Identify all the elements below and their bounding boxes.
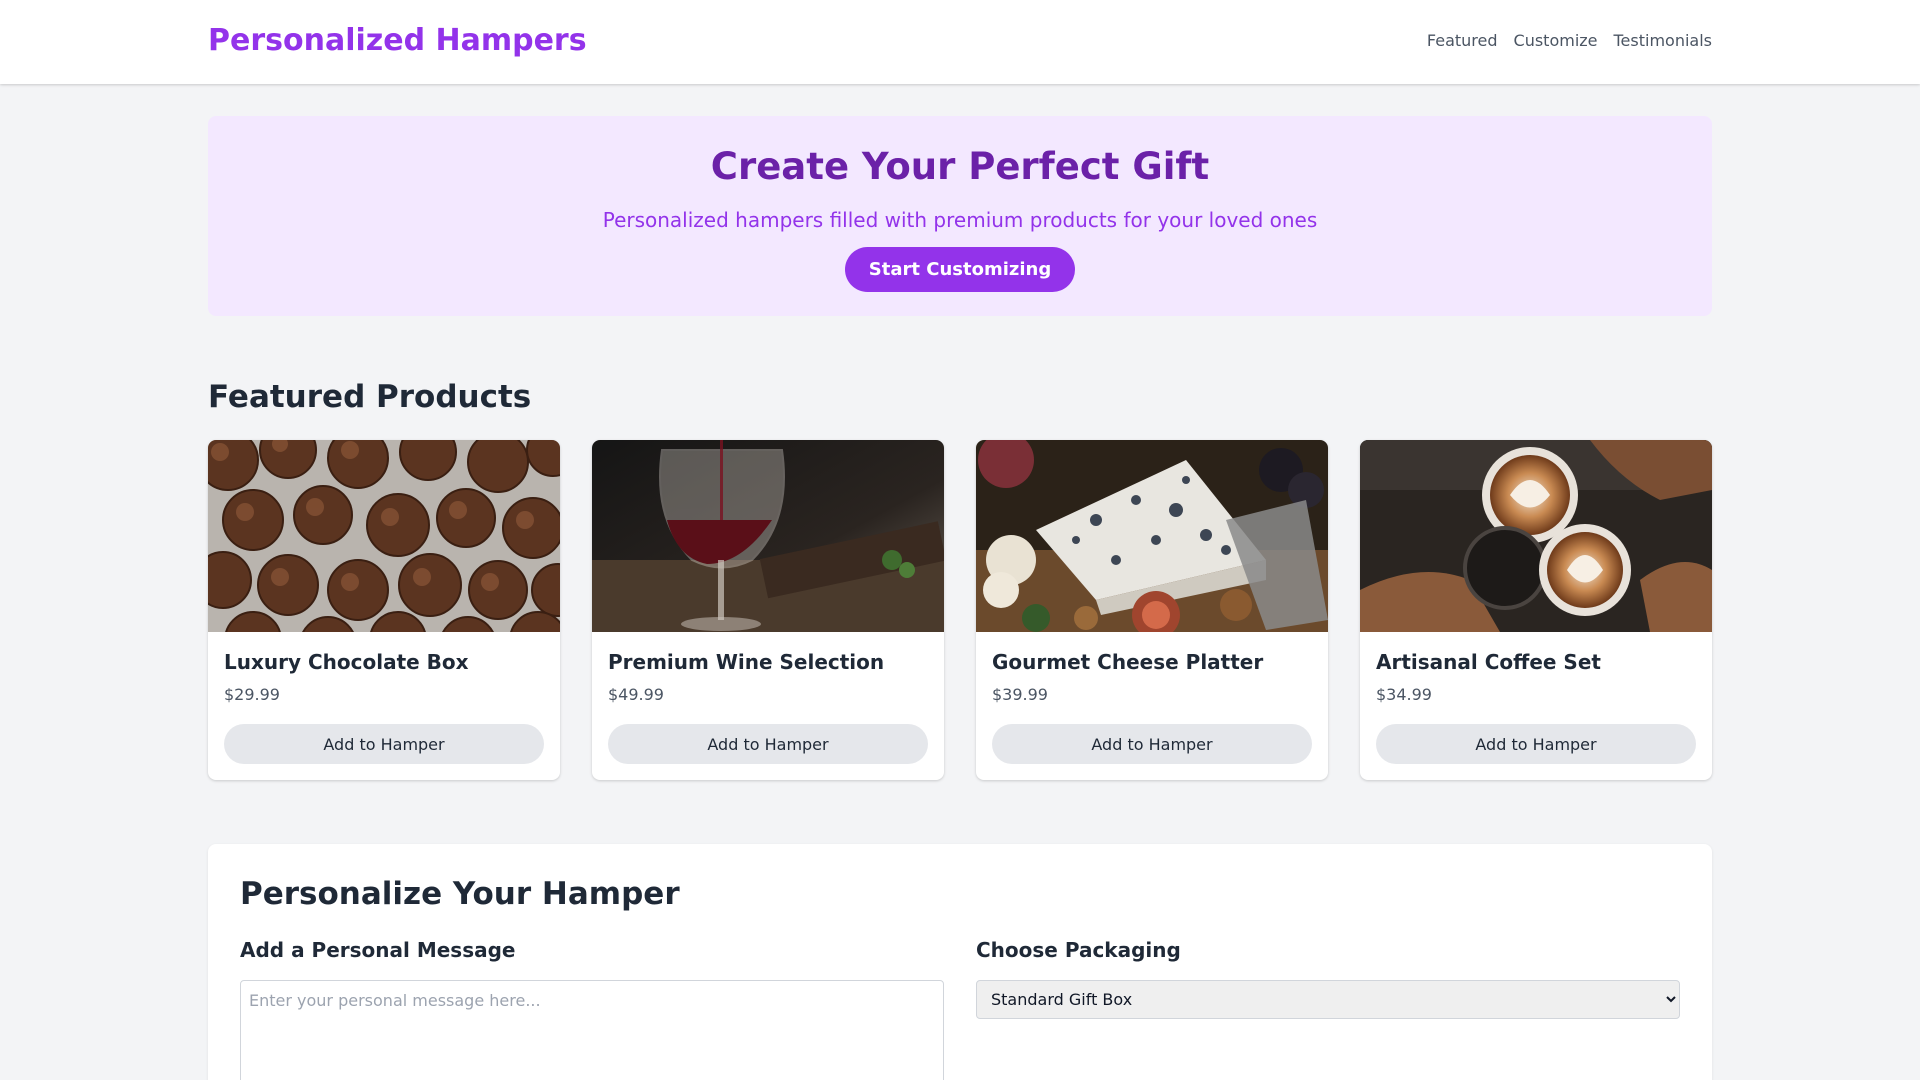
- add-to-hamper-button[interactable]: Add to Hamper: [1376, 724, 1696, 764]
- brand-logo[interactable]: Personalized Hampers: [208, 20, 587, 62]
- product-name: Premium Wine Selection: [608, 650, 885, 674]
- personal-message-input[interactable]: [240, 980, 944, 1080]
- main-nav: Featured Customize Testimonials: [1427, 30, 1712, 52]
- hero-title: Create Your Perfect Gift: [710, 145, 1210, 188]
- site-header: Personalized Hampers Featured Customize …: [0, 0, 1920, 84]
- personalize-panel: Personalize Your Hamper Add a Personal M…: [208, 844, 1712, 1080]
- add-to-hamper-button[interactable]: Add to Hamper: [992, 724, 1312, 764]
- product-name: Gourmet Cheese Platter: [992, 650, 1264, 674]
- red-wine-glass-image: [592, 440, 944, 632]
- message-label: Add a Personal Message: [240, 938, 516, 962]
- hero-subtitle: Personalized hampers filled with premium…: [602, 208, 1318, 232]
- latte-art-cups-image: [1360, 440, 1712, 632]
- product-name: Luxury Chocolate Box: [224, 650, 469, 674]
- nav-link-testimonials[interactable]: Testimonials: [1614, 30, 1713, 52]
- packaging-label: Choose Packaging: [976, 938, 1181, 962]
- hero-banner: Create Your Perfect Gift Personalized ha…: [208, 116, 1712, 316]
- add-to-hamper-button[interactable]: Add to Hamper: [224, 724, 544, 764]
- blue-cheese-platter-image: [976, 440, 1328, 632]
- start-customizing-button[interactable]: Start Customizing: [845, 247, 1075, 292]
- product-card: Artisanal Coffee Set $34.99 Add to Hampe…: [1360, 440, 1712, 780]
- nav-link-featured[interactable]: Featured: [1427, 30, 1498, 52]
- product-price: $34.99: [1376, 685, 1432, 704]
- product-card: Luxury Chocolate Box $29.99 Add to Hampe…: [208, 440, 560, 780]
- chocolate-truffles-image: [208, 440, 560, 632]
- product-price: $29.99: [224, 685, 280, 704]
- personalize-title: Personalize Your Hamper: [240, 876, 680, 912]
- product-card: Premium Wine Selection $49.99 Add to Ham…: [592, 440, 944, 780]
- add-to-hamper-button[interactable]: Add to Hamper: [608, 724, 928, 764]
- product-grid: Luxury Chocolate Box $29.99 Add to Hampe…: [208, 440, 1712, 780]
- packaging-select[interactable]: Standard Gift Box: [976, 980, 1680, 1019]
- product-price: $49.99: [608, 685, 664, 704]
- nav-link-customize[interactable]: Customize: [1514, 30, 1598, 52]
- featured-products-title: Featured Products: [208, 379, 532, 415]
- product-card: Gourmet Cheese Platter $39.99 Add to Ham…: [976, 440, 1328, 780]
- product-price: $39.99: [992, 685, 1048, 704]
- product-name: Artisanal Coffee Set: [1376, 650, 1601, 674]
